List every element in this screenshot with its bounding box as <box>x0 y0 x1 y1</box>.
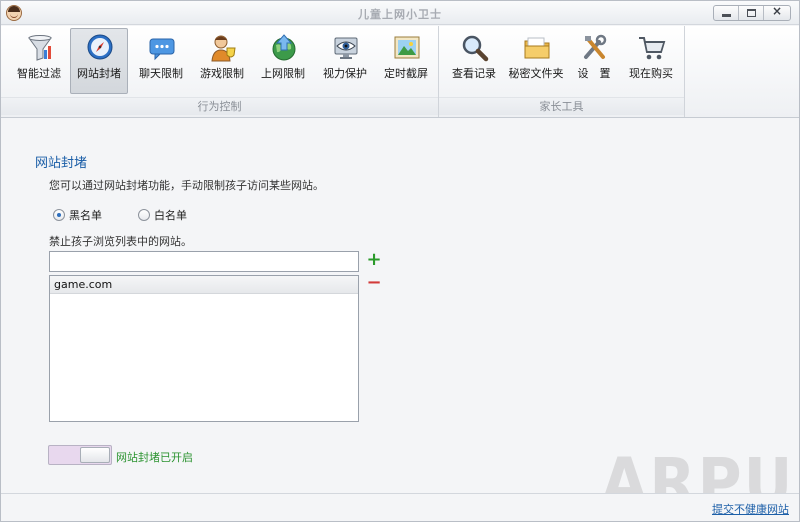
blocked-site-list[interactable]: game.com <box>49 275 359 422</box>
tool-label: 查看记录 <box>452 67 496 80</box>
add-site-button[interactable]: + <box>366 250 382 270</box>
tool-buy-now[interactable]: 现在购买 <box>622 28 680 94</box>
globe-arrow-icon <box>272 34 296 61</box>
tool-label: 游戏限制 <box>200 67 244 80</box>
page-description: 您可以通过网站封堵功能，手动限制孩子访问某些网站。 <box>49 179 324 192</box>
tool-timed-screenshot[interactable]: 定时截屏 <box>377 28 435 94</box>
magnifier-icon <box>462 35 489 62</box>
close-button[interactable]: × <box>764 6 790 20</box>
tool-label: 智能过滤 <box>17 67 61 80</box>
block-toggle-switch[interactable] <box>48 445 112 465</box>
tool-label: 现在购买 <box>629 67 673 80</box>
title-bar: 儿童上网小卫士 × <box>1 1 799 25</box>
tool-label: 聊天限制 <box>139 67 183 80</box>
radio-blacklist[interactable]: 黑名单 <box>53 208 102 222</box>
game-character-icon <box>211 35 236 62</box>
tool-internet-limit[interactable]: 上网限制 <box>254 28 312 94</box>
tool-label: 定时截屏 <box>384 67 428 80</box>
maximize-button[interactable] <box>739 6 764 20</box>
tool-label: 设 置 <box>577 67 611 80</box>
chat-bubble-icon <box>149 38 175 61</box>
wrench-tools-icon <box>584 34 607 59</box>
url-input[interactable] <box>49 251 359 272</box>
shopping-cart-icon <box>639 37 666 60</box>
window-title: 儿童上网小卫士 <box>358 8 442 21</box>
app-window: 儿童上网小卫士 × 行为控制 家长工具 智能过滤 网站封堵 聊天限制 游戏限制 … <box>0 0 800 522</box>
radio-button[interactable] <box>138 209 150 221</box>
tool-game-limit[interactable]: 游戏限制 <box>193 28 251 94</box>
ribbon-group-label: 行为控制 <box>1 97 438 115</box>
radio-label: 黑名单 <box>69 209 102 222</box>
minimize-icon <box>722 14 731 17</box>
folder-icon <box>524 37 550 59</box>
tool-label: 秘密文件夹 <box>508 67 564 80</box>
toggle-status-label: 网站封堵已开启 <box>116 451 193 464</box>
landscape-picture-icon <box>394 36 420 59</box>
status-bar: 提交不健康网站 <box>1 493 799 521</box>
radio-whitelist[interactable]: 白名单 <box>138 208 187 222</box>
toggle-knob[interactable] <box>80 447 110 463</box>
tool-chat-limit[interactable]: 聊天限制 <box>132 28 190 94</box>
minimize-button[interactable] <box>714 6 739 20</box>
report-site-link[interactable]: 提交不健康网站 <box>712 501 789 517</box>
remove-site-button[interactable]: − <box>366 273 382 293</box>
close-icon: × <box>771 5 783 18</box>
tool-website-block[interactable]: 网站封堵 <box>70 28 128 94</box>
tool-eye-protection[interactable]: 视力保护 <box>316 28 374 94</box>
tool-smart-filter[interactable]: 智能过滤 <box>10 28 68 94</box>
tool-label: 网站封堵 <box>77 67 121 80</box>
tool-secret-folder[interactable]: 秘密文件夹 <box>507 28 565 94</box>
list-item[interactable]: game.com <box>50 276 358 294</box>
ribbon-toolbar: 行为控制 家长工具 智能过滤 网站封堵 聊天限制 游戏限制 上网限制 视力保护 … <box>1 26 799 118</box>
list-hint: 禁止孩子浏览列表中的网站。 <box>49 235 192 248</box>
tool-label: 视力保护 <box>323 67 367 80</box>
window-controls: × <box>713 5 791 21</box>
main-panel: 网站封堵 您可以通过网站封堵功能，手动限制孩子访问某些网站。 黑名单 白名单 禁… <box>1 119 799 493</box>
page-title: 网站封堵 <box>35 156 88 171</box>
eye-monitor-icon <box>334 37 358 59</box>
radio-button[interactable] <box>53 209 65 221</box>
ribbon-group-label: 家长工具 <box>439 97 684 115</box>
radio-label: 白名单 <box>154 209 187 222</box>
maximize-icon <box>747 9 756 17</box>
tool-settings[interactable]: 设 置 <box>565 28 623 94</box>
tool-view-records[interactable]: 查看记录 <box>445 28 503 94</box>
tool-label: 上网限制 <box>261 67 305 80</box>
funnel-icon <box>28 35 52 61</box>
compass-icon <box>87 34 113 60</box>
